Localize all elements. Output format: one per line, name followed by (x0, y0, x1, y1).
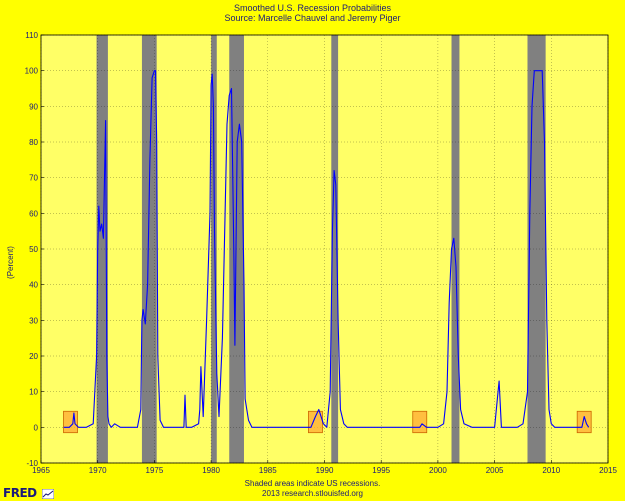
highlight-box (576, 410, 592, 434)
y-tick-label: 60 (29, 209, 38, 218)
x-tick-label: 1970 (89, 466, 107, 475)
recession-note: Shaded areas indicate US recessions. (244, 479, 381, 488)
y-tick-label: 110 (25, 31, 38, 40)
y-tick-label: 0 (34, 423, 39, 432)
highlight-box (63, 410, 78, 434)
x-tick-label: 2005 (486, 466, 504, 475)
y-tick-label: -10 (26, 459, 38, 468)
x-tick-label: 1980 (202, 466, 220, 475)
y-tick-label: 80 (29, 138, 38, 147)
y-tick-label: 20 (29, 352, 38, 361)
y-tick-label: 50 (29, 245, 38, 254)
y-tick-label: 30 (29, 316, 38, 325)
plot-area: 1965 1970 1975 1980 1985 1990 1995 2000 2005 2010… (25, 31, 618, 475)
y-tick-label: 90 (29, 102, 38, 111)
x-tick-label: 1995 (372, 466, 390, 475)
x-tick-label: 1985 (259, 466, 277, 475)
highlight-box (412, 410, 428, 434)
x-tick-label: 2010 (542, 466, 560, 475)
x-tick-label: 1990 (316, 466, 334, 475)
chart-frame: Smoothed U.S. Recession Probabilities So… (0, 0, 625, 501)
y-tick-label: 100 (25, 67, 39, 76)
y-tick-label: 40 (29, 281, 38, 290)
x-tick-label: 2000 (429, 466, 447, 475)
y-tick-label: 70 (29, 174, 38, 183)
y-tick-label: 10 (29, 388, 38, 397)
x-tick-label: 2015 (599, 466, 617, 475)
x-tick-label: 1975 (146, 466, 164, 475)
source-credit: 2013 research.stlouisfed.org (262, 489, 363, 498)
